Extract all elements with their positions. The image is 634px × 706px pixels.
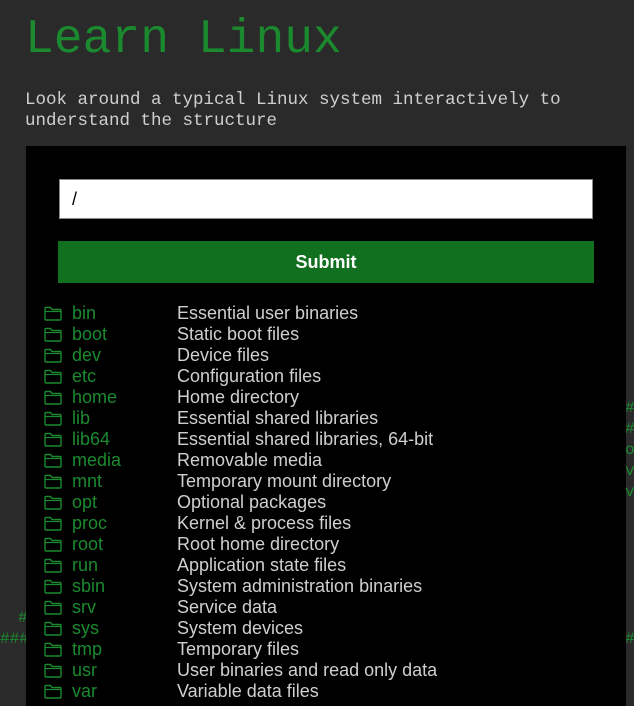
directory-description: Root home directory [177,534,340,554]
directory-description: Removable media [177,450,323,470]
folder-icon [44,684,62,700]
directory-row[interactable]: dev Device files [44,345,437,366]
directory-description: Optional packages [177,492,327,512]
directory-row[interactable]: usr User binaries and read only data [44,660,437,681]
folder-icon [44,495,62,511]
directory-description: Home directory [177,387,300,407]
directory-row[interactable]: sbin System administration binaries [44,576,437,597]
folder-icon [44,306,62,322]
folder-icon [44,621,62,637]
folder-icon [44,327,62,343]
directory-name-link[interactable]: usr [72,660,177,681]
directory-description: Application state files [177,555,347,575]
directory-row[interactable]: home Home directory [44,387,437,408]
directory-description: Device files [177,345,270,365]
bg-glyph-right-1: # [625,399,634,417]
directory-name-link[interactable]: tmp [72,639,177,660]
folder-icon [44,558,62,574]
folder-icon [44,516,62,532]
directory-name-link[interactable]: sbin [72,576,177,597]
folder-icon [44,348,62,364]
directory-description: Temporary mount directory [177,471,392,491]
path-input[interactable] [59,179,593,219]
bg-glyph-right-4: v [625,462,634,480]
directory-row[interactable]: lib Essential shared libraries [44,408,437,429]
directory-description: Essential shared libraries [177,408,379,428]
folder-icon [44,411,62,427]
folder-icon [44,537,62,553]
folder-icon [44,600,62,616]
directory-description: Configuration files [177,366,322,386]
directory-row[interactable]: lib64 Essential shared libraries, 64-bit [44,429,437,450]
folder-icon [44,432,62,448]
directory-name-link[interactable]: opt [72,492,177,513]
directory-description: Service data [177,597,278,617]
directory-name-link[interactable]: media [72,450,177,471]
directory-name-link[interactable]: dev [72,345,177,366]
directory-description: User binaries and read only data [177,660,438,680]
folder-icon [44,663,62,679]
directory-row[interactable]: opt Optional packages [44,492,437,513]
directory-name-link[interactable]: run [72,555,177,576]
directory-description: Temporary files [177,639,300,659]
directory-name-link[interactable]: bin [72,303,177,324]
directory-description: Essential shared libraries, 64-bit [177,429,434,449]
folder-icon [44,390,62,406]
directory-row[interactable]: boot Static boot files [44,324,437,345]
directory-name-link[interactable]: srv [72,597,177,618]
directory-description: Kernel & process files [177,513,352,533]
directory-row[interactable]: sys System devices [44,618,437,639]
directory-row[interactable]: tmp Temporary files [44,639,437,660]
directory-row[interactable]: run Application state files [44,555,437,576]
folder-icon [44,642,62,658]
bg-glyph-left-2: ### [0,630,29,648]
directory-name-link[interactable]: boot [72,324,177,345]
directory-row[interactable]: mnt Temporary mount directory [44,471,437,492]
folder-icon [44,369,62,385]
directory-row[interactable]: srv Service data [44,597,437,618]
directory-description: Variable data files [177,681,319,701]
page-subtitle: Look around a typical Linux system inter… [25,90,561,131]
directory-description: Essential user binaries [177,303,359,323]
directory-row[interactable]: proc Kernel & process files [44,513,437,534]
directory-row[interactable]: var Variable data files [44,681,437,702]
explorer-panel: Submit binEssential user binariesbootSta… [26,146,626,706]
directory-name-link[interactable]: etc [72,366,177,387]
folder-icon [44,579,62,595]
directory-description: System administration binaries [177,576,423,596]
directory-row[interactable]: media Removable media [44,450,437,471]
directory-name-link[interactable]: sys [72,618,177,639]
directory-description: System devices [177,618,304,638]
directory-name-link[interactable]: root [72,534,177,555]
directory-name-link[interactable]: proc [72,513,177,534]
bg-glyph-right-3: o [625,441,634,459]
bg-glyph-right-6: # [625,630,634,648]
bg-glyph-right-5: v [625,483,634,501]
page-title: Learn Linux [25,13,342,67]
directory-row[interactable]: bin Essential user binaries [44,303,437,324]
directory-name-link[interactable]: lib [72,408,177,429]
folder-icon [44,474,62,490]
directory-name-link[interactable]: home [72,387,177,408]
bg-glyph-right-2: # [625,420,634,438]
directory-row[interactable]: etc Configuration files [44,366,437,387]
submit-button[interactable]: Submit [58,241,594,283]
folder-icon [44,453,62,469]
directory-row[interactable]: root Root home directory [44,534,437,555]
directory-name-link[interactable]: lib64 [72,429,177,450]
directory-name-link[interactable]: mnt [72,471,177,492]
directory-description: Static boot files [177,324,300,344]
directory-name-link[interactable]: var [72,681,177,702]
directory-list: bin Essential user binaries boot Static boo… [44,303,437,702]
